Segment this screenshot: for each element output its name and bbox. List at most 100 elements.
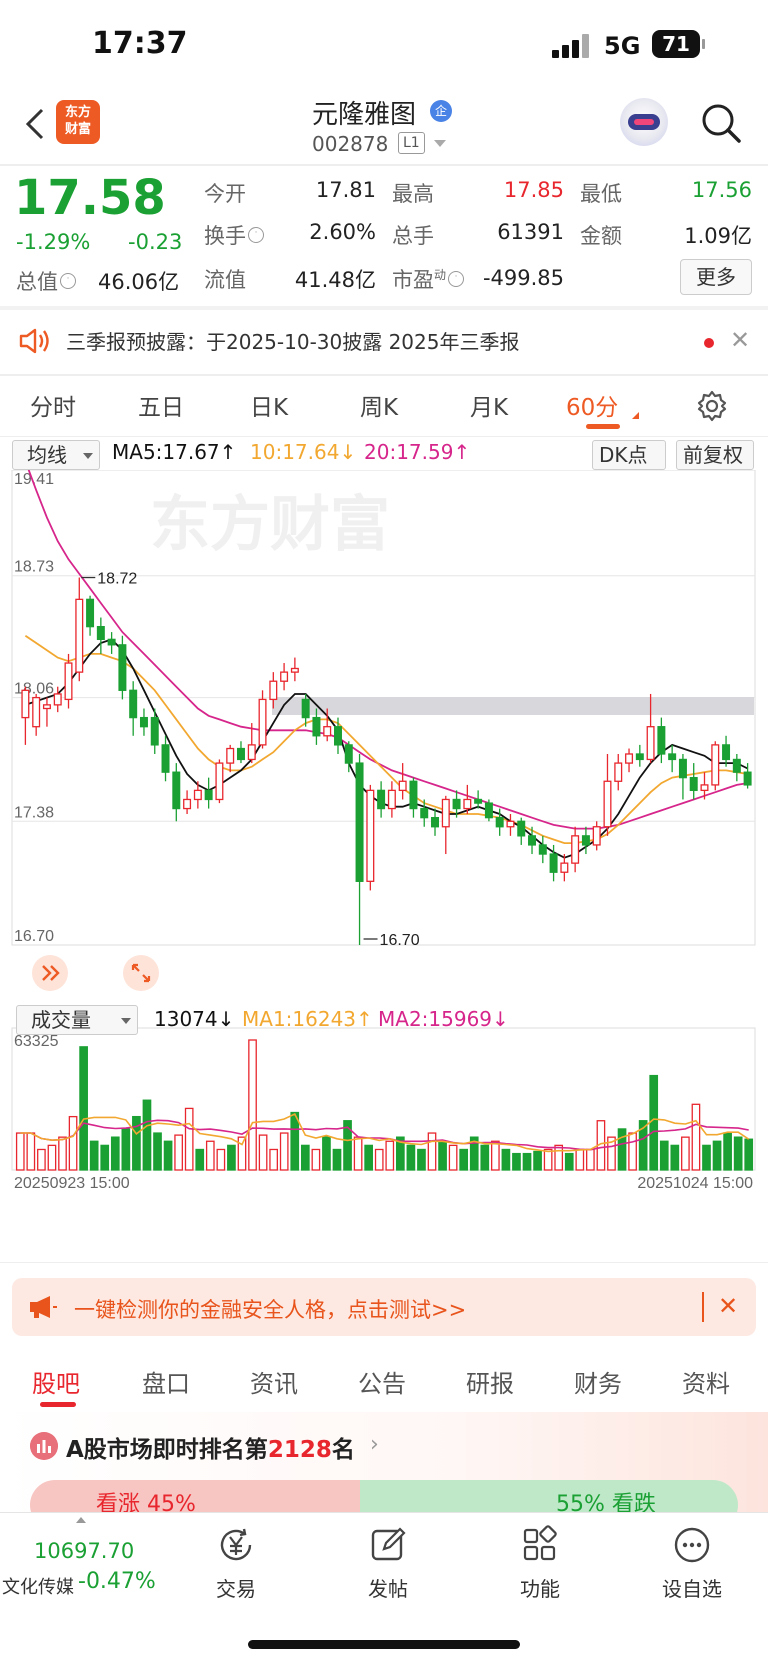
candle-down [722, 744, 731, 761]
ma5-value: MA5:17.67↑ [112, 440, 236, 464]
tab-guba[interactable]: 股吧 [32, 1364, 80, 1399]
candle-down [355, 762, 364, 882]
ma20-value: 20:17.59↑ [364, 440, 470, 464]
candle-up [463, 798, 472, 810]
period-tabs: 分时 五日 日K 周K 月K 60分 [0, 376, 768, 436]
volume-bar-up [448, 1144, 458, 1171]
volume-bar-up [491, 1140, 500, 1171]
sector-index-percent[interactable]: -0.47% [78, 1569, 156, 1594]
enterprise-badge: 企 [430, 100, 452, 122]
sector-index-label[interactable]: 文化传媒 [2, 1573, 74, 1599]
volume-bar-down [512, 1152, 521, 1171]
quote-value: 17.85 [503, 178, 564, 202]
volume-indicator-select[interactable]: 成交量 [16, 1005, 138, 1035]
tab-news[interactable]: 资讯 [250, 1364, 298, 1399]
back-arrow-icon[interactable] [22, 106, 50, 142]
quote-panel: 17.58 -1.29% -0.23 总值 · 46.06亿 今开 17.81 最… [0, 166, 768, 306]
volume-bar-up [216, 1148, 226, 1171]
notice-banner[interactable]: 三季报预披露：于2025-10-30披露 2025年三季报 ✕ [0, 310, 768, 374]
volume-bar-down [617, 1128, 627, 1171]
volume-bar-up [37, 1148, 46, 1171]
quote-value: 2.60% [309, 220, 376, 244]
adjust-button[interactable]: 前复权 [676, 440, 754, 470]
volume-bar-up [58, 1136, 67, 1171]
tab-research[interactable]: 研报 [466, 1364, 514, 1399]
security-test-ad[interactable]: 一键检测你的金融安全人格，点击测试>> ✕ [12, 1278, 756, 1336]
trade-button[interactable]: 交易 [196, 1525, 276, 1602]
speaker-icon [19, 328, 49, 354]
ai-assistant-robot-icon[interactable] [620, 98, 668, 146]
function-button[interactable]: 功能 [500, 1525, 580, 1602]
expand-left-icon[interactable] [32, 955, 68, 991]
close-icon[interactable]: ✕ [718, 1292, 738, 1320]
volume-bar-down [564, 1152, 574, 1171]
change-amount: -0.23 [128, 230, 183, 254]
tab-dropdown-icon[interactable] [632, 412, 639, 419]
tab-monthly-k[interactable]: 月K [470, 388, 508, 422]
tab-weekly-k[interactable]: 周K [360, 388, 398, 422]
tab-intraday[interactable]: 分时 [30, 388, 76, 422]
chevron-down-icon [83, 453, 93, 459]
add-watchlist-button[interactable]: 设自选 [652, 1525, 732, 1602]
candle-down [517, 820, 526, 837]
tab-pankou[interactable]: 盘口 [142, 1364, 190, 1399]
level-dropdown-icon[interactable] [434, 140, 446, 147]
candle-up [571, 835, 580, 864]
info-icon[interactable]: · [248, 227, 264, 243]
volume-bar-up [586, 1148, 595, 1171]
search-icon[interactable] [700, 102, 742, 144]
candle-up [53, 693, 62, 706]
close-icon[interactable]: ✕ [730, 326, 750, 354]
total-cap-label-text: 总值 [16, 270, 58, 294]
level-badge[interactable]: L1 [398, 132, 425, 154]
volume-bar-up [374, 1148, 384, 1171]
more-button[interactable]: 更多 [680, 259, 752, 295]
candle-up [366, 789, 375, 882]
volume-text: 13074 [154, 1007, 218, 1031]
candle-down [549, 853, 558, 873]
tab-announcements[interactable]: 公告 [358, 1364, 406, 1399]
volume-bar-down [142, 1099, 152, 1171]
eastmoney-logo[interactable]: 东方 财富 [56, 100, 100, 144]
tab-five-day[interactable]: 五日 [138, 388, 184, 422]
tab-profile[interactable]: 资料 [682, 1364, 730, 1399]
post-button[interactable]: 发帖 [348, 1525, 428, 1602]
candle-up [269, 680, 278, 701]
volume-bar-down [290, 1111, 300, 1171]
candle-down [150, 716, 159, 746]
vol-ma2-value: MA2:15969↓ [378, 1007, 509, 1031]
logo-line-2: 财富 [64, 122, 91, 137]
volume-bar-down [79, 1046, 88, 1171]
battery-icon: 71 [652, 30, 705, 58]
candle-up [215, 762, 224, 801]
tab-60min[interactable]: 60分 [566, 388, 618, 422]
volume-bar-up [353, 1136, 363, 1171]
volume-bar-down [501, 1148, 511, 1171]
resistance-zone [272, 697, 754, 715]
volume-bar-up [575, 1148, 585, 1171]
candle-down [431, 817, 439, 828]
notice-text: 三季报预披露：于2025-10-30披露 2025年三季报 [66, 330, 520, 354]
tab-finance[interactable]: 财务 [574, 1364, 622, 1399]
rank-number: 2128 [267, 1437, 332, 1463]
unread-dot [704, 338, 714, 348]
candle-down [484, 802, 493, 819]
candle-up [603, 780, 612, 828]
volume-bar-down [153, 1132, 162, 1171]
candle-down [409, 780, 418, 810]
ad-separator [702, 1292, 704, 1322]
quote-label: 最低 [580, 182, 622, 206]
kline-chart[interactable]: 东方财富 19.4118.7318.0617.3816.70 18.7216.7… [0, 470, 768, 1210]
indicator-select[interactable]: 均线 [12, 440, 100, 470]
watchlist-label: 设自选 [662, 1577, 722, 1601]
market-rank-card[interactable]: A股市场即时排名第2128名 › 看涨 45% 55% 看跌 [0, 1412, 768, 1530]
sector-index-value[interactable]: 10697.70 [34, 1539, 134, 1563]
candle-up [387, 789, 396, 810]
chevron-up-icon[interactable] [76, 1517, 86, 1523]
gear-icon[interactable] [696, 390, 728, 422]
info-icon[interactable]: · [60, 273, 76, 289]
info-icon[interactable]: · [448, 271, 465, 287]
fullscreen-icon[interactable] [123, 955, 159, 991]
tab-daily-k[interactable]: 日K [250, 388, 288, 422]
dk-point-button[interactable]: DK点 [592, 440, 666, 470]
